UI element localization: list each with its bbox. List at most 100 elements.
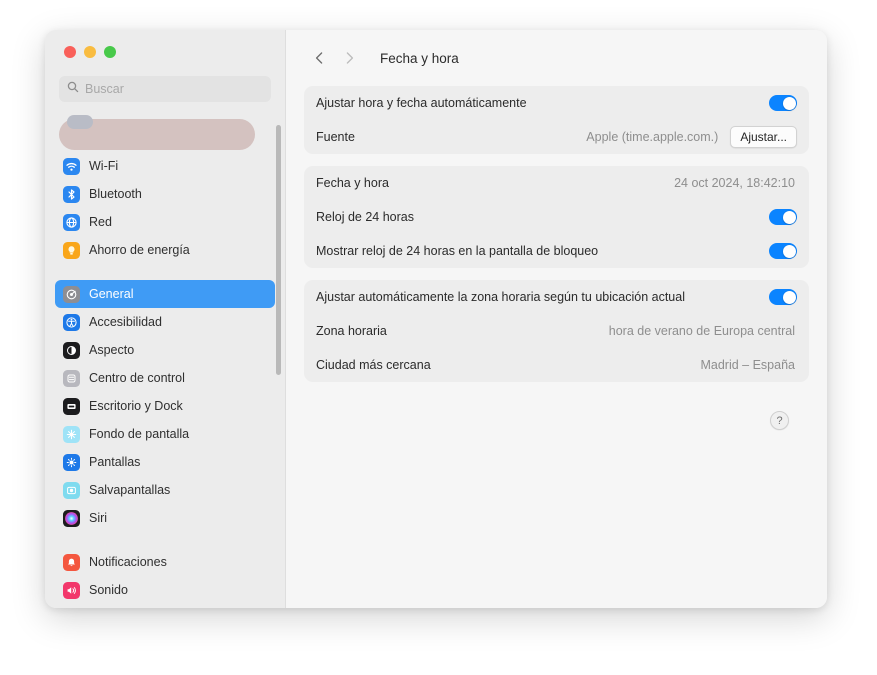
sidebar-item-network[interactable]: Red [55,208,275,236]
24h-clock-row[interactable]: Reloj de 24 horas [304,200,809,234]
chevron-left-icon [315,52,322,64]
clock-section: Fecha y hora 24 oct 2024, 18:42:10 Reloj… [304,166,809,268]
row-label: Ciudad más cercana [316,358,431,372]
displays-icon [63,453,80,471]
date-time-row: Fecha y hora 24 oct 2024, 18:42:10 [304,166,809,200]
sidebar-item-label: Accesibilidad [89,315,162,329]
timezone-section: Ajustar automáticamente la zona horaria … [304,280,809,382]
auto-timezone-toggle[interactable] [769,289,797,305]
sidebar-item-siri[interactable]: Siri [55,504,275,532]
sidebar-scrollbar[interactable] [276,125,281,375]
search-field[interactable] [59,76,271,102]
forward-button[interactable] [336,45,362,71]
sidebar-item-label: Escritorio y Dock [89,399,183,413]
toolbar: Fecha y hora [304,30,809,86]
row-label: Reloj de 24 horas [316,210,414,224]
sidebar-item-label: Red [89,215,112,229]
row-label: Ajustar hora y fecha automáticamente [316,96,527,110]
siri-icon [63,509,80,527]
page-title: Fecha y hora [380,50,459,66]
sidebar-item-accessibility[interactable]: Accesibilidad [55,308,275,336]
sidebar-item-label: Siri [89,511,108,525]
auto-time-section: Ajustar hora y fecha automáticamente Fue… [304,86,809,154]
sidebar-group-connectivity: Wi-Fi Bluetooth Red Ahorro de energía [45,150,285,264]
auto-timezone-row[interactable]: Ajustar automáticamente la zona horaria … [304,280,809,314]
appearance-icon [63,341,80,359]
redacted-account-name [59,115,255,150]
row-label: Mostrar reloj de 24 horas en la pantalla… [316,244,599,258]
account-row[interactable] [59,115,271,155]
nearest-city-value: Madrid – España [700,358,795,372]
sidebar-item-label: Notificaciones [89,555,167,569]
help-question-icon[interactable]: ? [770,411,789,430]
system-settings-window: Wi-Fi Bluetooth [45,30,827,608]
row-label: Fuente [316,130,355,144]
timezone-value: hora de verano de Europa central [608,324,795,338]
battery-saver-icon [63,241,80,259]
zoom-button[interactable] [104,46,116,58]
sidebar-item-label: Aspecto [89,343,135,357]
sidebar-item-displays[interactable]: Pantallas [55,448,275,476]
row-label: Fecha y hora [316,176,389,190]
sidebar-item-desktop-dock[interactable]: Escritorio y Dock [55,392,275,420]
bluetooth-icon [63,185,80,203]
24h-lockscreen-row[interactable]: Mostrar reloj de 24 horas en la pantalla… [304,234,809,268]
minimize-button[interactable] [84,46,96,58]
content-panel: Fecha y hora Ajustar hora y fecha automá… [286,30,827,608]
desktop-dock-icon [63,397,80,415]
sidebar-item-control-center[interactable]: Centro de control [55,364,275,392]
sidebar-item-wifi[interactable]: Wi-Fi [55,152,275,180]
help-row: ? [304,394,809,430]
sidebar-item-label: Pantallas [89,455,141,469]
search-icon [67,80,79,98]
sidebar-item-sound[interactable]: Sonido [55,576,275,604]
time-source-adjust-button[interactable]: Ajustar... [730,126,797,148]
timezone-row: Zona horaria hora de verano de Europa ce… [304,314,809,348]
sidebar: Wi-Fi Bluetooth [45,30,286,608]
sidebar-item-screensaver[interactable]: Salvapantallas [55,476,275,504]
auto-set-time-toggle[interactable] [769,95,797,111]
time-source-value: Apple (time.apple.com.) [586,130,719,144]
general-gear-icon [63,285,80,303]
notifications-icon [63,553,80,571]
control-center-icon [63,369,80,387]
chevron-right-icon [346,52,353,64]
sidebar-list: Wi-Fi Bluetooth Red Ahorro de energía Ge… [45,150,285,608]
24h-clock-toggle[interactable] [769,209,797,225]
date-time-value: 24 oct 2024, 18:42:10 [674,176,795,190]
auto-set-time-row[interactable]: Ajustar hora y fecha automáticamente [304,86,809,120]
wallpaper-icon [63,425,80,443]
sidebar-item-label: Salvapantallas [89,483,171,497]
sidebar-item-label: Centro de control [89,371,185,385]
wifi-icon [63,157,80,175]
search-input[interactable] [85,82,263,96]
sidebar-item-bluetooth[interactable]: Bluetooth [55,180,275,208]
sidebar-item-energy-saver[interactable]: Ahorro de energía [55,236,275,264]
accessibility-icon [63,313,80,331]
screensaver-icon [63,481,80,499]
sidebar-item-label: General [89,287,134,301]
24h-lockscreen-toggle[interactable] [769,243,797,259]
nearest-city-row: Ciudad más cercana Madrid – España [304,348,809,382]
sidebar-item-wallpaper[interactable]: Fondo de pantalla [55,420,275,448]
sidebar-group-system: General Accesibilidad Aspecto Centro de … [45,278,285,532]
sound-icon [63,581,80,599]
close-button[interactable] [64,46,76,58]
sidebar-item-label: Sonido [89,583,128,597]
sidebar-item-label: Bluetooth [89,187,142,201]
sidebar-item-label: Fondo de pantalla [89,427,190,441]
sidebar-item-label: Ahorro de energía [89,243,190,257]
sidebar-item-appearance[interactable]: Aspecto [55,336,275,364]
sidebar-item-general[interactable]: General [55,280,275,308]
traffic-lights [45,30,285,68]
sidebar-item-label: Wi-Fi [89,159,119,173]
back-button[interactable] [306,45,332,71]
network-globe-icon [63,213,80,231]
sidebar-group-alerts: Notificaciones Sonido [45,546,285,604]
sidebar-divider-1 [45,264,285,278]
row-label: Ajustar automáticamente la zona horaria … [316,290,685,304]
sidebar-divider-2 [45,532,285,546]
row-label: Zona horaria [316,324,387,338]
time-source-row: Fuente Apple (time.apple.com.) Ajustar..… [304,120,809,154]
sidebar-item-notifications[interactable]: Notificaciones [55,548,275,576]
